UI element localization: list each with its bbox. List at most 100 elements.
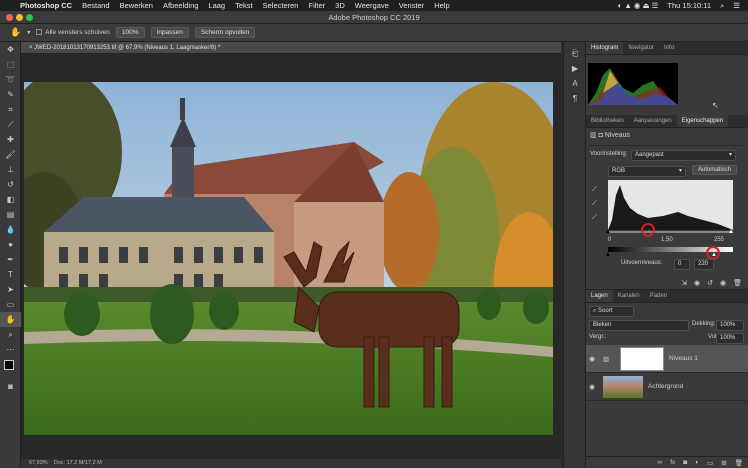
app-menu[interactable]: Photoshop CC — [20, 1, 72, 10]
stamp-tool-icon[interactable]: ⊥ — [0, 162, 21, 177]
layer-row-levels[interactable]: ◉ ▥ Niveaus 1 — [586, 345, 748, 373]
visibility-icon[interactable]: ◉ — [720, 279, 726, 287]
layer-name[interactable]: Achtergrond — [648, 383, 683, 390]
adjustment-icon[interactable]: ◐ — [695, 459, 699, 466]
tab-navigator[interactable]: Navigator — [623, 42, 659, 54]
eye-icon[interactable]: ◉ — [586, 355, 598, 363]
input-white-value[interactable]: 255 — [714, 237, 724, 243]
auto-button[interactable]: Automatisch — [692, 165, 738, 175]
output-black-value[interactable]: 0 — [674, 259, 690, 270]
scroll-all-windows-checkbox[interactable]: Alle vensters schuiven — [36, 29, 110, 36]
trash-icon[interactable]: 🗑 — [735, 459, 743, 467]
add-mask-icon[interactable]: ◙ — [683, 459, 687, 466]
status-icons[interactable]: ◐ ▲ ◉ ⏏ ☰ — [618, 1, 659, 10]
output-white-value[interactable]: 220 — [694, 259, 714, 270]
shape-tool-icon[interactable]: ▭ — [0, 297, 21, 312]
more-tools-icon[interactable]: ⋯ — [0, 342, 21, 357]
tab-properties[interactable]: Eigenschappen — [676, 115, 729, 127]
photo-canvas[interactable] — [24, 82, 553, 435]
zoom-tool-icon[interactable]: ⌕ — [0, 327, 21, 342]
fit-screen-button[interactable]: Inpassen — [150, 27, 189, 38]
menu-laag[interactable]: Laag — [208, 1, 225, 10]
reset-icon[interactable]: ↺ — [707, 279, 713, 287]
zoom-window-button[interactable] — [26, 14, 33, 21]
color-swatches[interactable] — [0, 357, 20, 379]
crop-tool-icon[interactable]: ⌗ — [0, 102, 21, 117]
layer-thumbnail[interactable] — [603, 375, 643, 398]
blur-tool-icon[interactable]: 💧 — [0, 222, 21, 237]
link-icon[interactable]: ∞ — [658, 459, 663, 466]
black-point-handle[interactable]: ▲ — [605, 229, 611, 235]
foreground-color-swatch[interactable] — [4, 360, 14, 370]
quick-select-tool-icon[interactable]: ✎ — [0, 87, 21, 102]
move-tool-icon[interactable]: ✥ — [0, 42, 21, 57]
marquee-tool-icon[interactable]: ⬚ — [0, 57, 21, 72]
blend-mode-select[interactable]: Bleken — [589, 320, 689, 331]
checkbox-box[interactable] — [36, 29, 43, 36]
actions-play-icon[interactable]: ▶ — [564, 61, 586, 76]
close-window-button[interactable] — [6, 14, 13, 21]
opacity-field[interactable]: 100% — [716, 320, 744, 331]
trash-icon[interactable]: 🗑 — [733, 279, 742, 287]
channel-select[interactable]: RGB ▾ — [608, 166, 686, 177]
layer-mask-thumbnail[interactable] — [620, 346, 664, 371]
brush-tool-icon[interactable]: 🖌 — [0, 147, 21, 162]
pen-tool-icon[interactable]: ✒ — [0, 252, 21, 267]
type-tool-icon[interactable]: T — [0, 267, 21, 282]
lasso-tool-icon[interactable]: ➰ — [0, 72, 21, 87]
gray-eyedropper-icon[interactable]: ⟋ — [592, 200, 597, 208]
history-brush-icon[interactable]: ↺ — [0, 177, 21, 192]
input-slider-track[interactable] — [608, 231, 733, 233]
menu-selecteren[interactable]: Selecteren — [263, 1, 299, 10]
white-eyedropper-icon[interactable]: ⟋ — [592, 214, 597, 222]
menu-bestand[interactable]: Bestand — [82, 1, 110, 10]
tool-preset-chevron-icon[interactable]: ▾ — [27, 29, 30, 36]
input-mid-value[interactable]: 1,50 — [661, 237, 673, 243]
black-eyedropper-icon[interactable]: ⟋ — [592, 186, 597, 194]
clip-to-layer-icon[interactable]: ⇲ — [681, 279, 687, 287]
search-icon[interactable]: ⌕ — [720, 1, 724, 11]
menu-bewerken[interactable]: Bewerken — [120, 1, 153, 10]
menu-help[interactable]: Help — [434, 1, 449, 10]
eyedropper-tool-icon[interactable]: ⟋ — [0, 117, 21, 132]
zoom-100-button[interactable]: 100% — [115, 27, 145, 38]
tab-histogram[interactable]: Histogram — [586, 42, 624, 54]
layer-name[interactable]: Niveaus 1 — [669, 355, 698, 362]
healing-tool-icon[interactable]: ✚ — [0, 132, 21, 147]
document-tab[interactable]: × JWED-20181013170913253.tif @ 67,9% (Ni… — [21, 42, 561, 54]
fill-screen-button[interactable]: Scherm opvullen — [194, 27, 256, 38]
tab-layers[interactable]: Lagen — [586, 290, 613, 302]
menu-list-icon[interactable]: ☰ — [733, 1, 740, 10]
group-icon[interactable]: ▭ — [707, 459, 713, 467]
hand-tool-icon[interactable]: ✋ — [10, 27, 21, 38]
menu-weergave[interactable]: Weergave — [355, 1, 389, 10]
gradient-tool-icon[interactable]: ▤ — [0, 207, 21, 222]
preset-select[interactable]: Aangepast ▾ — [631, 150, 736, 161]
output-black-handle[interactable]: ▲ — [605, 252, 611, 258]
menu-3d[interactable]: 3D — [335, 1, 345, 10]
tab-adjustments[interactable]: Aanpassingen — [629, 115, 677, 127]
minimize-window-button[interactable] — [16, 14, 23, 21]
layer-mask-icon[interactable]: ◘ — [599, 132, 603, 139]
eraser-tool-icon[interactable]: ◧ — [0, 192, 21, 207]
paragraph-icon[interactable]: ¶ — [564, 91, 586, 106]
white-point-handle[interactable]: ▲ — [728, 229, 734, 235]
menu-tekst[interactable]: Tekst — [235, 1, 253, 10]
tab-info[interactable]: Info — [659, 42, 679, 54]
layer-row-background[interactable]: ◉ Achtergrond — [586, 373, 748, 401]
tab-channels[interactable]: Kanalen — [613, 290, 645, 302]
eye-icon[interactable]: ◉ — [586, 383, 598, 391]
tab-paths[interactable]: Paden — [645, 290, 672, 302]
path-select-tool-icon[interactable]: ➤ — [0, 282, 21, 297]
menu-filter[interactable]: Filter — [308, 1, 325, 10]
menu-venster[interactable]: Venster — [399, 1, 424, 10]
clock[interactable]: Thu 15:10:11 — [667, 1, 711, 10]
menu-afbeelding[interactable]: Afbeelding — [163, 1, 198, 10]
input-black-value[interactable]: 0 — [608, 237, 611, 243]
dodge-tool-icon[interactable]: ● — [0, 237, 21, 252]
hand-tool-icon[interactable]: ✋ — [0, 312, 21, 327]
fill-field[interactable]: 100% — [716, 333, 744, 344]
zoom-readout[interactable]: 67,93% — [29, 460, 48, 466]
fx-icon[interactable]: fx — [670, 459, 675, 466]
character-icon[interactable]: A — [564, 76, 586, 91]
